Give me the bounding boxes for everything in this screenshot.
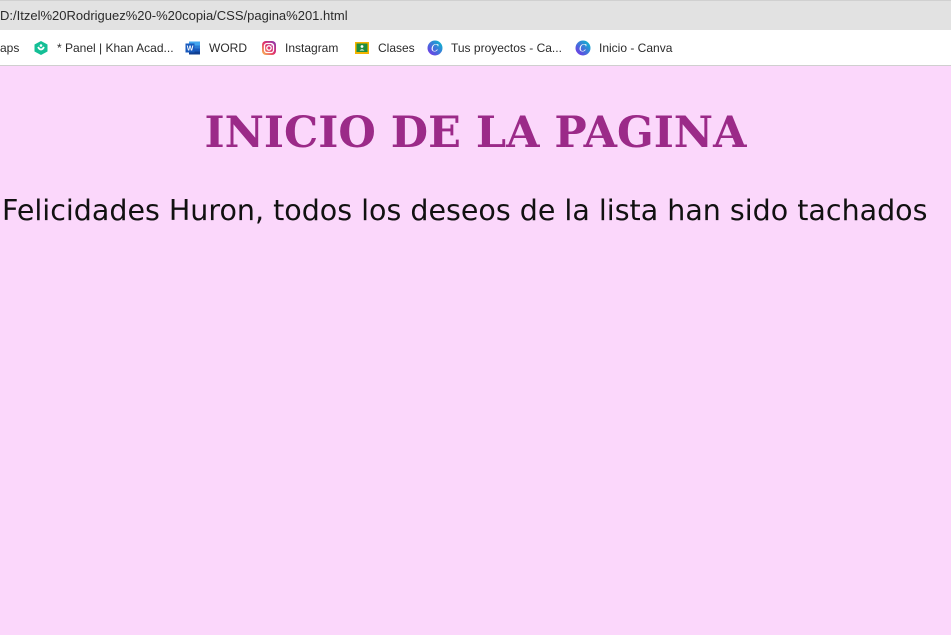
bookmark-label: Tus proyectos - Ca...	[451, 41, 562, 55]
bookmark-word[interactable]: W WORD	[185, 39, 247, 57]
svg-text:W: W	[187, 46, 194, 53]
bookmark-label: Clases	[378, 41, 415, 55]
bookmark-canva-proyectos[interactable]: C Tus proyectos - Ca...	[427, 39, 562, 57]
bookmark-label: Instagram	[285, 41, 339, 55]
address-bar[interactable]: D:/Itzel%20Rodriguez%20-%20copia/CSS/pag…	[0, 0, 951, 30]
bookmark-label: Inicio - Canva	[599, 41, 673, 55]
bookmark-clases[interactable]: Clases	[354, 39, 415, 57]
bookmark-label: aps	[0, 41, 20, 55]
svg-text:C: C	[579, 44, 587, 55]
word-icon: W	[185, 40, 201, 56]
instagram-icon	[261, 40, 277, 56]
svg-text:C: C	[431, 44, 439, 55]
bookmark-apps[interactable]: aps	[0, 39, 19, 57]
address-url[interactable]: D:/Itzel%20Rodriguez%20-%20copia/CSS/pag…	[0, 8, 348, 23]
bookmark-canva-inicio[interactable]: C Inicio - Canva	[575, 39, 672, 57]
page-content: INICIO DE LA PAGINA Felicidades Huron, t…	[0, 67, 951, 635]
bookmarks-bar: aps * Panel | Khan Acad... W WORD Instag…	[0, 30, 951, 66]
canva-icon: C	[575, 40, 591, 56]
bookmark-label: * Panel | Khan Acad...	[57, 41, 174, 55]
page-message: Felicidades Huron, todos los deseos de l…	[2, 194, 928, 227]
canva-icon: C	[427, 40, 443, 56]
classroom-icon	[354, 40, 370, 56]
page-title: INICIO DE LA PAGINA	[204, 108, 747, 158]
bookmark-khan-academy[interactable]: * Panel | Khan Acad...	[33, 39, 174, 57]
bookmark-label: WORD	[209, 41, 247, 55]
bookmark-instagram[interactable]: Instagram	[261, 39, 338, 57]
khan-academy-icon	[33, 40, 49, 56]
